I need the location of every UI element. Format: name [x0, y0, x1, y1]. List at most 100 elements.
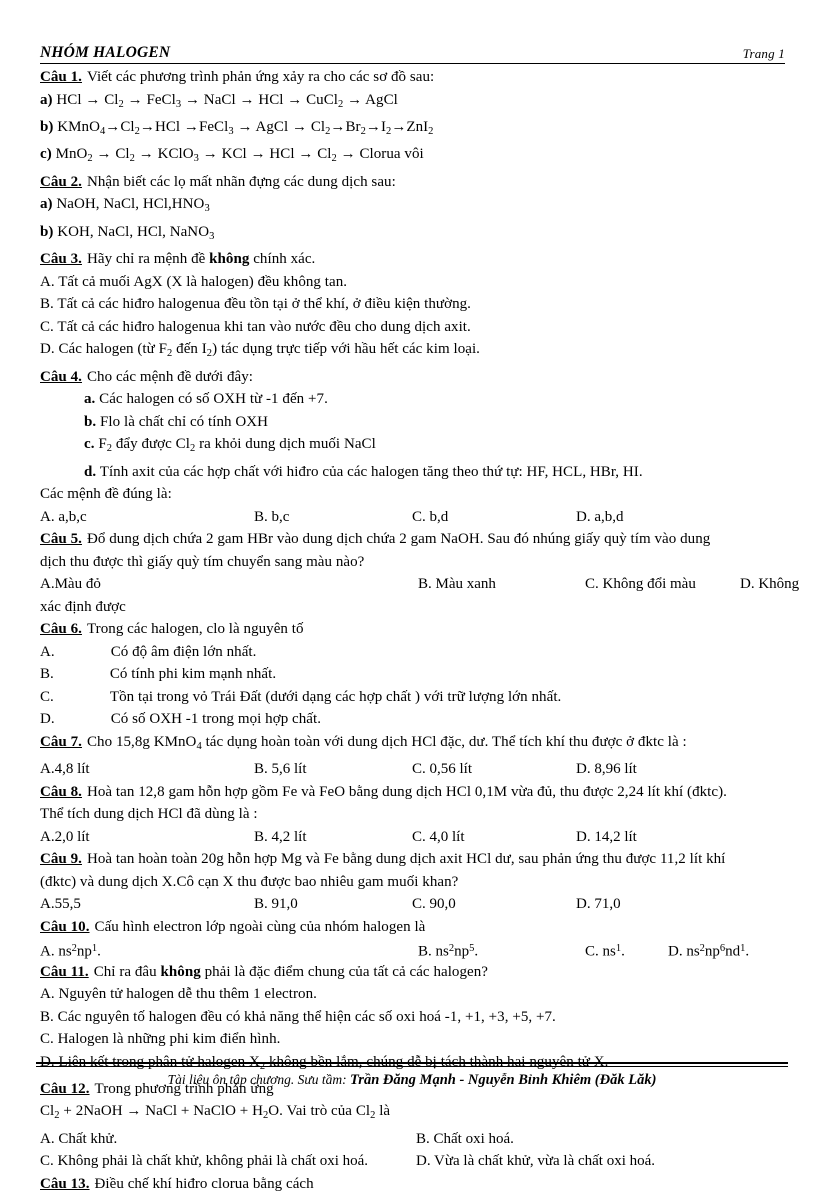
question-cau10-prompt: Câu 10. Cấu hình electron lớp ngoài cùng …	[40, 916, 785, 939]
option-a[interactable]: A. Chất khử.	[40, 1128, 117, 1151]
question-text-pre: Chỉ ra đâu	[93, 963, 161, 980]
option-c[interactable]: C. 90,0	[412, 893, 456, 916]
option-c[interactable]: C. 0,56 lít	[412, 758, 472, 781]
item-text: NaOH, NaCl, HCl,HNO3	[56, 196, 210, 215]
option-d[interactable]: D. Vừa là chất khử, vừa là chất oxi hoá.	[416, 1150, 655, 1173]
question-cau9-prompt-line2: (đktc) và dung dịch X.Cô cạn X thu được …	[40, 873, 459, 890]
question-cau5-prompt-line2: dịch thu được thì giấy quỳ tím chuyển sa…	[40, 553, 365, 570]
statement-marker: d.	[84, 463, 97, 480]
choice-b: B. Các nguyên tố halogen đều có khả năng…	[40, 1008, 556, 1025]
question-cau5-options-overflow: xác định được	[40, 598, 126, 615]
item-text: KMnO4→Cl2→HCl →FeCl3 → AgCl → Cl2→Br2→I2…	[57, 118, 434, 137]
question-text: Đổ dung dịch chứa 2 gam HBr vào dung dịc…	[86, 531, 711, 548]
option-a[interactable]: A.55,5	[40, 893, 81, 916]
page-content: NHÓM HALOGEN Trang 1 Câu 1. Viết các phươ…	[40, 44, 799, 1195]
question-label: Câu 8.	[40, 783, 82, 800]
item-text: MnO2 → Cl2 → KClO3 → KCl → HCl → Cl2 → C…	[55, 146, 424, 165]
option-a[interactable]: A.2,0 lít	[40, 826, 90, 849]
question-text-post: phải là đặc điểm chung của tất cả các ha…	[200, 963, 488, 980]
option-b[interactable]: B. 5,6 lít	[254, 758, 307, 781]
statement-c: c. F2 đẩy được Cl2 ra khỏi dung dịch muố…	[40, 433, 785, 460]
option-d[interactable]: D. 8,96 lít	[576, 758, 637, 781]
question-cau1-item-a: a) HCl → Cl2 → FeCl3 → NaCl → HCl → CuCl…	[40, 89, 785, 116]
question-cau11-prompt: Câu 11. Chỉ ra đâu không phải là đặc điểm…	[40, 961, 785, 984]
statement-b: b. Flo là chất chỉ có tính OXH	[40, 411, 785, 434]
question-text-emphasis: không	[160, 963, 201, 980]
page-footer: Tài liệu ôn tập chương. Sưu tầm: Trần Đă…	[36, 1072, 788, 1089]
question-text: Hoà tan 12,8 gam hỗn hợp gồm Fe và FeO b…	[86, 783, 727, 800]
question-cau12-options-row2: C. Không phải là chất khử, không phải là…	[40, 1150, 785, 1173]
question-cau12-equation: Cl2 + 2NaOH → NaCl + NaClO + H2O. Vai tr…	[40, 1103, 391, 1122]
option-b[interactable]: B. Chất oxi hoá.	[416, 1128, 514, 1151]
option-a[interactable]: A.4,8 lít	[40, 758, 90, 781]
option-a[interactable]: A. a,b,c	[40, 506, 87, 529]
question-cau8-prompt-line1: Câu 8. Hoà tan 12,8 gam hỗn hợp gồm Fe và…	[40, 781, 785, 804]
question-label: Câu 11.	[40, 963, 89, 980]
question-text: Viết các phương trình phản ứng xảy ra ch…	[86, 69, 435, 85]
question-label: Câu 10.	[40, 918, 90, 935]
footer-prefix: Tài liệu ôn tập chương. Sưu tầm:	[167, 1072, 347, 1087]
item-text: HCl → Cl2 → FeCl3 → NaCl → HCl → CuCl2 →…	[56, 91, 398, 110]
question-cau7-options: A.4,8 lít B. 5,6 lít C. 0,56 lít D. 8,96…	[40, 758, 785, 781]
question-cau7-prompt: Câu 7. Cho 15,8g KMnO4 tác dụng hoàn toàn…	[40, 731, 785, 758]
choice-c: C. Tất cả các hiđro halogenua khi tan và…	[40, 318, 471, 335]
option-c[interactable]: C. Không đổi màu	[585, 573, 696, 596]
question-text: Hoà tan hoàn toàn 20g hỗn hợp Mg và Fe b…	[86, 851, 726, 867]
option-d[interactable]: D. a,b,d	[576, 506, 624, 529]
choice-text: Tồn tại trong vỏ Trái Đất (dưới dạng các…	[109, 688, 562, 705]
question-label: Câu 9.	[40, 851, 82, 867]
item-marker: b)	[40, 118, 54, 135]
option-b[interactable]: B. 4,2 lít	[254, 826, 307, 849]
statement-text: Các halogen có số OXH từ -1 đến +7.	[99, 391, 328, 408]
choice-a: A. Tất cả muối AgX (X là halogen) đều kh…	[40, 273, 348, 290]
option-d[interactable]: D. 71,0	[576, 893, 621, 916]
option-b[interactable]: B. 91,0	[254, 893, 298, 916]
option-b[interactable]: B. Màu xanh	[418, 573, 496, 596]
option-b[interactable]: B. ns2np5.	[418, 938, 478, 963]
question-text: Cho 15,8g KMnO4 tác dụng hoàn toàn với d…	[86, 733, 687, 752]
question-cau3-prompt: Câu 3. Hãy chỉ ra mệnh đề không chính xác…	[40, 248, 785, 271]
question-text: Cho các mệnh đề dưới đây:	[86, 368, 253, 385]
question-cau8-options: A.2,0 lít B. 4,2 lít C. 4,0 lít D. 14,2 …	[40, 826, 785, 849]
option-d[interactable]: D. Không	[740, 573, 799, 596]
question-text: Cấu hình electron lớp ngoài cùng của nhó…	[94, 918, 426, 935]
question-text: Trong các halogen, clo là nguyên tố	[86, 621, 304, 638]
option-b[interactable]: B. b,c	[254, 506, 289, 529]
choice-a: A. Nguyên tử halogen dễ thu thêm 1 elect…	[40, 986, 317, 1002]
question-cau2-prompt: Câu 2. Nhận biết các lọ mất nhãn đựng các…	[40, 171, 785, 194]
statement-marker: c.	[84, 436, 95, 453]
choice-c: C. Halogen là những phi kim điển hình.	[40, 1031, 281, 1047]
option-a[interactable]: A.Màu đỏ	[40, 573, 101, 596]
question-text-emphasis: không	[209, 251, 250, 268]
statement-marker: b.	[84, 413, 97, 430]
option-a[interactable]: A. ns2np1.	[40, 938, 101, 963]
item-marker: a)	[40, 91, 53, 108]
item-marker: c)	[40, 146, 52, 163]
statement-text: F2 đẩy được Cl2 ra khỏi dung dịch muối N…	[98, 436, 376, 455]
question-cau4-prompt: Câu 4. Cho các mệnh đề dưới đây:	[40, 366, 785, 389]
question-label: Câu 3.	[40, 251, 82, 268]
choice-a: A. Có độ âm điện lớn nhất.	[40, 641, 785, 664]
document-page: NHÓM HALOGEN Trang 1 Câu 1. Viết các phươ…	[0, 0, 816, 1192]
option-c[interactable]: C. b,d	[412, 506, 448, 529]
statement-d: d. Tính axit của các hợp chất với hiđro …	[40, 461, 785, 484]
question-cau9-prompt-line1: Câu 9. Hoà tan hoàn toàn 20g hỗn hợp Mg v…	[40, 848, 785, 871]
option-c[interactable]: C. Không phải là chất khử, không phải là…	[40, 1150, 368, 1173]
question-cau1-prompt: Câu 1. Viết các phương trình phản ứng xảy…	[40, 66, 785, 89]
option-c[interactable]: C. 4,0 lít	[412, 826, 465, 849]
choice-letter: B.	[40, 666, 54, 683]
question-cau5-prompt-line1: Câu 5. Đổ dung dịch chứa 2 gam HBr vào du…	[40, 528, 785, 551]
choice-text: Có độ âm điện lớn nhất.	[110, 643, 257, 660]
statement-marker: a.	[84, 391, 96, 408]
option-d[interactable]: D. 14,2 lít	[576, 826, 637, 849]
question-cau6-prompt: Câu 6. Trong các halogen, clo là nguyên t…	[40, 618, 785, 641]
option-d[interactable]: D. ns2np6nd1.	[668, 938, 749, 963]
question-cau13-prompt: Câu 13. Điều chế khí hiđro clorua bằng cá…	[40, 1173, 785, 1195]
choice-b: B. Có tính phi kim mạnh nhất.	[40, 663, 785, 686]
question-text-post: chính xác.	[249, 251, 316, 268]
choice-text: Có số OXH -1 trong mọi hợp chất.	[110, 711, 322, 728]
question-label: Câu 2.	[40, 173, 82, 190]
footer-divider	[36, 1062, 788, 1067]
statement-text: Flo là chất chỉ có tính OXH	[100, 413, 268, 430]
option-c[interactable]: C. ns1.	[585, 938, 625, 963]
